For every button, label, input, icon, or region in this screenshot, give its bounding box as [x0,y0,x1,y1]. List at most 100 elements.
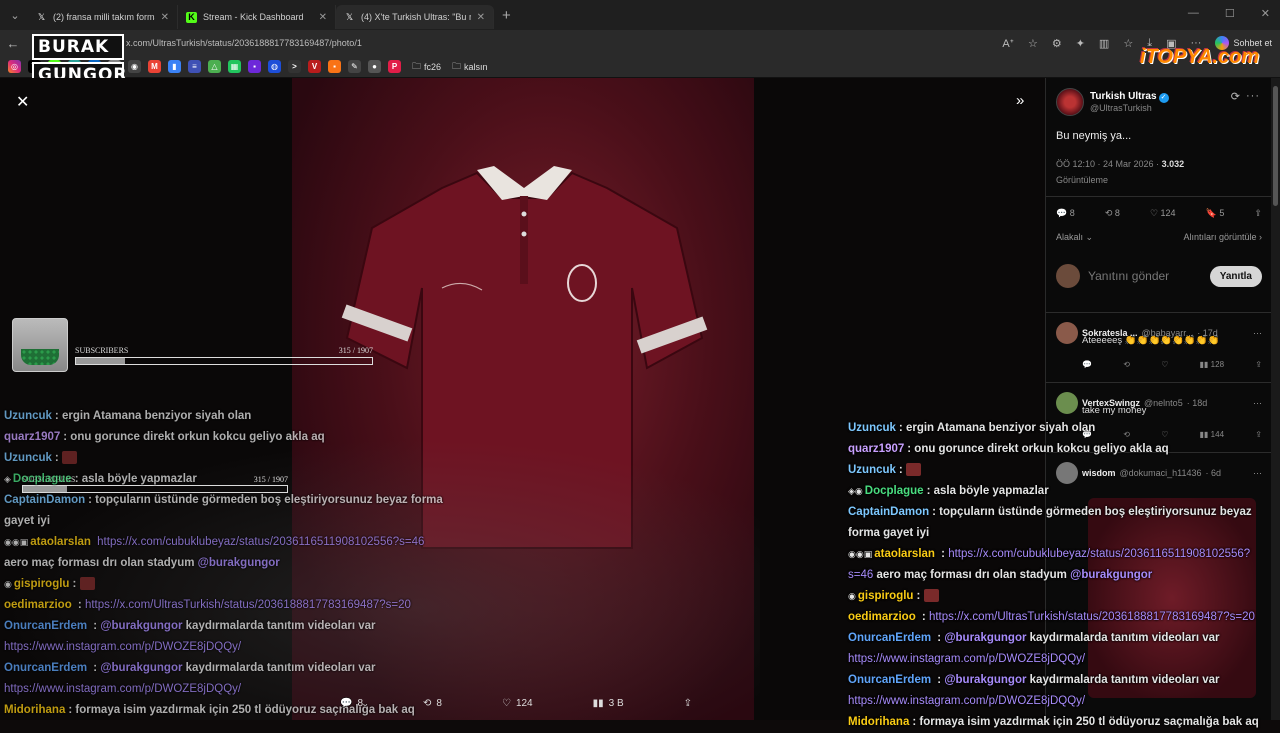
tweet-stats: 💬 8 ⟲ 8 ♡ 124 🔖 5 ⇪ [1056,208,1262,219]
badge-icon: ◉ [4,579,12,589]
close-tab-icon[interactable]: ✕ [319,12,327,23]
valorant-icon[interactable]: V [308,60,321,73]
chat-link[interactable]: https://x.com/UltrasTurkish/status/20361… [929,611,1255,623]
chat-username: quarz1907 [4,431,61,443]
reply-composer: Yanıtını gönder Yanıtla [1056,264,1262,288]
instagram-icon[interactable]: ◎ [8,60,21,73]
bookmark-purple-icon[interactable]: ▪ [248,60,261,73]
folder-icon: 🗀 [452,60,462,71]
chat-username: OnurcanErdem [848,674,932,686]
chat-message: Uzuncuk: [848,460,1272,481]
close-viewer-icon[interactable]: ✕ [16,92,29,112]
close-tab-icon[interactable]: ✕ [161,12,169,23]
chat-link[interactable]: https://www.instagram.com/p/DWOZE8jDQQy/ [848,653,1085,665]
chat-message: quarz1907: onu gorunce direkt orkun kokc… [4,427,444,448]
share-action[interactable]: ⇪ [684,698,692,709]
chat-link[interactable]: https://x.com/UltrasTurkish/status/20361… [85,599,411,611]
view-quotes-link[interactable]: Alıntıları görüntüle › [1183,232,1262,243]
url-field[interactable]: x.com/UltrasTurkish/status/2036188817783… [126,38,1002,48]
trello-icon[interactable]: ▮ [168,60,181,73]
favorites-icon[interactable]: ☆ [1123,37,1133,50]
maximize-icon[interactable]: ☐ [1225,7,1235,20]
bookmark-orange-icon[interactable]: ▪ [328,60,341,73]
reply-button[interactable]: Yanıtla [1209,265,1262,287]
expand-panel-icon[interactable]: » [1016,92,1024,109]
chat-link[interactable]: https://x.com/cubuklubeyaz/status/203611… [97,536,424,548]
chat-text: kaydırmalarda tanıtım videoları var [182,662,376,674]
chat-link[interactable]: https://www.instagram.com/p/DWOZE8jDQQy/ [4,683,241,695]
split-screen-icon[interactable]: ▥ [1099,37,1109,50]
tab-fransa-forma[interactable]: 𝕏 (2) fransa milli takım forma - Aran ✕ [28,5,178,29]
tab-kick-dashboard[interactable]: K Stream - Kick Dashboard ✕ [178,5,336,29]
like-count: 124 [1160,208,1176,218]
reply-count: 8 [1069,208,1075,218]
reply-time: · 18d [1186,398,1208,408]
more-options-icon[interactable]: ··· [1246,90,1260,102]
repost-stat[interactable]: ⟲ 8 [1105,208,1120,219]
reply-count: 8 [357,698,364,709]
avatar[interactable] [1056,88,1084,116]
address-bar: ← x.com/UltrasTurkish/status/20361888177… [0,30,1280,56]
chat-link[interactable]: https://www.instagram.com/p/DWOZE8jDQQy/ [4,641,241,653]
divider [1046,382,1272,383]
chat-message: oedimarzioo : https://x.com/UltrasTurkis… [848,611,1255,623]
favorite-star-icon[interactable]: ☆ [1028,37,1038,50]
folder-label: kalsın [464,61,488,72]
tab-turkish-ultras[interactable]: 𝕏 (4) X'te Turkish Ultras: "Bu neymiş ✕ [336,5,494,29]
chat-text: : formaya isim yazdırmak için 250 tl ödü… [912,716,1259,728]
tweet-author[interactable]: Turkish Ultras ✓ @UltrasTurkish [1056,88,1169,116]
share-icon[interactable]: ⇪ [1255,360,1262,369]
puzzle-icon[interactable]: ✦ [1076,37,1085,50]
views-stat[interactable]: ▮▮ 128 [1200,360,1224,369]
sheets-icon[interactable]: ▦ [228,60,241,73]
related-dropdown[interactable]: Alakalı ⌄ [1056,232,1093,243]
back-arrow-icon[interactable]: ← [0,36,26,51]
github-icon[interactable]: ◉ [128,60,141,73]
drive-icon[interactable]: △ [208,60,221,73]
grok-icon[interactable]: ⟳ [1231,90,1240,103]
new-tab-button[interactable]: + [502,7,511,24]
more-options-icon[interactable]: ··· [1253,328,1262,338]
chat-message: Midorihana: formaya isim yazdırmak için … [848,712,1272,733]
tab-list-dropdown[interactable]: ⌄ [2,4,28,26]
subscriber-goal: SUBSCRIBERS 315 / 1907 [75,346,373,365]
share-icon[interactable]: ⇪ [1254,208,1262,219]
globe-icon[interactable]: ◍ [268,60,281,73]
chat-link[interactable]: https://www.instagram.com/p/DWOZE8jDQQy/ [848,695,1085,707]
bookmark-stat[interactable]: 🔖 5 [1206,208,1225,219]
pinterest-icon[interactable]: P [388,60,401,73]
comment-icon[interactable]: 💬 [1082,360,1092,369]
heart-icon[interactable]: ♡ [1161,360,1168,369]
terminal-icon[interactable]: > [288,60,301,73]
bookmark-folder-fc26[interactable]: 🗀 fc26 [412,59,441,75]
views-action[interactable]: ▮▮ 3 B [593,698,624,709]
repost-action[interactable]: ⟲ 8 [423,698,442,709]
gmail-icon[interactable]: M [148,60,161,73]
repost-icon[interactable]: ⟲ [1123,360,1130,369]
docs-icon[interactable]: ≡ [188,60,201,73]
pen-icon[interactable]: ✎ [348,60,361,73]
scrollbar[interactable] [1271,78,1280,720]
close-window-icon[interactable]: ✕ [1261,7,1270,20]
badge-icon: ◉◉▣ [848,549,873,559]
repost-count: 8 [436,698,442,709]
more-options-icon[interactable]: ··· [1253,398,1262,408]
reply-input[interactable]: Yanıtını gönder [1088,269,1202,283]
minimize-icon[interactable]: — [1188,7,1199,20]
extension-icon[interactable]: ⚙ [1052,37,1062,50]
reply-stat[interactable]: 💬 8 [1056,208,1075,219]
bookmark-circle-icon[interactable]: ● [368,60,381,73]
author-name: Turkish Ultras [1090,91,1157,102]
chat-text: : asla böyle yapmazlar [926,485,1049,497]
bookmark-folder-kalsin[interactable]: 🗀 kalsın [452,59,488,75]
verified-icon: ✓ [1158,93,1169,103]
reply-item[interactable]: Sokratesla ... @babayarr... · 17d ··· Ateee… [1056,322,1262,369]
scrollbar-thumb[interactable] [1273,86,1278,206]
like-action[interactable]: ♡ 124 [502,698,533,709]
chat-message: CaptainDamon: topçuların üstünde görmede… [848,502,1272,544]
like-stat[interactable]: ♡ 124 [1150,208,1176,219]
reply-action[interactable]: 💬 8 [340,698,363,709]
chat-username: oedimarzioo [848,611,916,623]
read-aloud-icon[interactable]: Aᐩ [1002,37,1014,50]
close-tab-icon[interactable]: ✕ [477,12,485,23]
